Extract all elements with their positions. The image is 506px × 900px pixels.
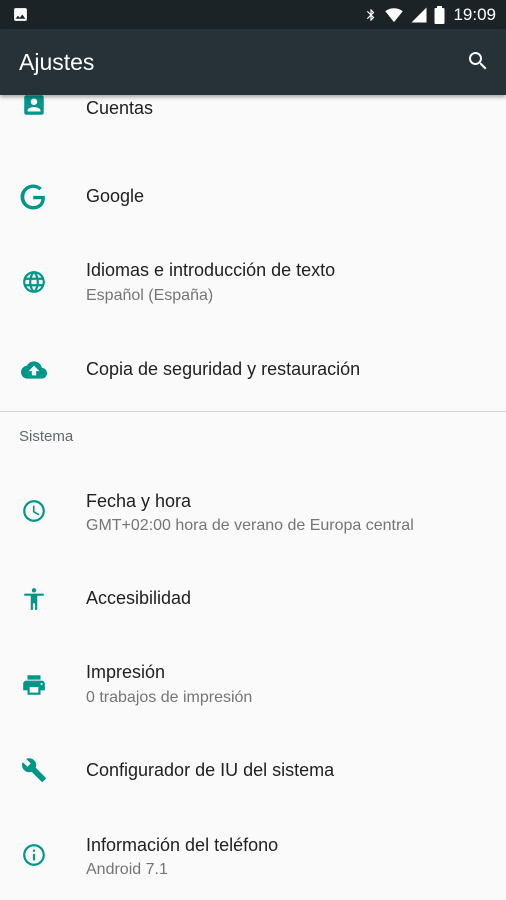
- image-notification-icon: [12, 6, 29, 28]
- bluetooth-icon: [367, 9, 375, 21]
- settings-item-summary: GMT+02:00 hora de verano de Europa centr…: [86, 517, 414, 534]
- settings-item-fecha-y-hora[interactable]: Fecha y hora GMT+02:00 hora de verano de…: [0, 471, 506, 567]
- settings-item-title: Google: [86, 186, 145, 206]
- settings-item-configurador-iu[interactable]: Configurador de IU del sistema: [0, 741, 506, 801]
- settings-item-title: Idiomas e introducción de texto: [86, 260, 336, 280]
- search-icon: [469, 52, 487, 70]
- settings-item-informacion-telefono[interactable]: Información del teléfono Android 7.1: [0, 815, 506, 900]
- settings-item-title: Impresión: [86, 662, 166, 682]
- status-time: 19:09: [453, 5, 496, 24]
- accessibility-icon: [24, 588, 44, 610]
- settings-item-title: Accesibilidad: [86, 588, 192, 608]
- printer-icon: [23, 675, 45, 695]
- settings-item-title: Fecha y hora: [86, 491, 192, 511]
- settings-item-cuentas[interactable]: Cuentas: [0, 95, 506, 145]
- clock-icon: [23, 500, 45, 522]
- battery-icon: [434, 6, 445, 24]
- settings-item-summary: Android 7.1: [86, 861, 168, 878]
- settings-item-title: Información del teléfono: [86, 835, 279, 855]
- page-title: Ajustes: [19, 49, 95, 75]
- settings-item-copia-de-seguridad[interactable]: Copia de seguridad y restauración: [0, 339, 506, 409]
- settings-item-google[interactable]: Google: [0, 147, 506, 243]
- settings-item-summary: 0 trabajos de impresión: [86, 689, 253, 706]
- signal-icon: [411, 7, 427, 23]
- search-button[interactable]: [466, 49, 490, 73]
- settings-item-title: Cuentas: [86, 98, 154, 118]
- globe-icon: [23, 271, 45, 293]
- section-divider: [0, 411, 506, 412]
- wrench-icon: [22, 758, 46, 782]
- settings-list[interactable]: Cuentas Google Idiomas e introducción de…: [0, 95, 506, 900]
- cloud-upload-icon: [21, 361, 47, 379]
- settings-item-summary: Español (España): [86, 287, 214, 304]
- app-bar: Ajustes: [0, 29, 506, 95]
- settings-item-title: Copia de seguridad y restauración: [86, 359, 361, 379]
- settings-item-title: Configurador de IU del sistema: [86, 760, 335, 780]
- account-box-icon: [24, 95, 44, 115]
- google-icon: [20, 184, 45, 210]
- section-header-sistema: Sistema: [19, 428, 74, 445]
- status-bar: 19:09: [0, 0, 506, 29]
- info-icon: [23, 844, 45, 866]
- settings-item-accesibilidad[interactable]: Accesibilidad: [0, 567, 506, 631]
- settings-item-impresion[interactable]: Impresión 0 trabajos de impresión: [0, 645, 506, 741]
- wifi-icon: [385, 8, 404, 23]
- settings-item-idiomas[interactable]: Idiomas e introducción de texto Español …: [0, 243, 506, 339]
